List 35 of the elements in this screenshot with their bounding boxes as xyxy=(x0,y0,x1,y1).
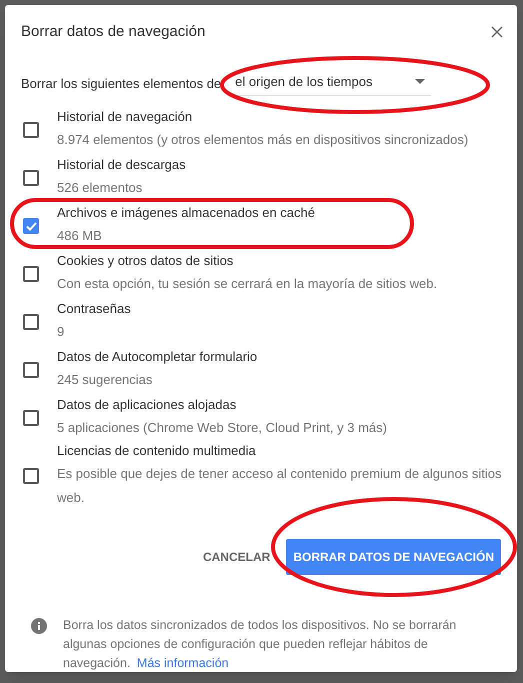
info-icon xyxy=(31,618,47,634)
option-title: Datos de Autocompletar formulario xyxy=(57,348,258,366)
option-detail: Con esta opción, tu sesión se cerrará en la mayoría de sitios web. xyxy=(57,275,438,293)
checkmark-icon xyxy=(26,222,36,230)
option-title: Historial de navegación xyxy=(57,108,194,126)
close-icon[interactable] xyxy=(491,26,503,38)
checkbox[interactable] xyxy=(23,218,39,234)
option-detail: 245 sugerencias xyxy=(57,371,154,389)
option-detail: Es posible que dejes de tener acceso al contenido premium de algunos sitios web. xyxy=(57,465,502,507)
clear-data-button[interactable]: BORRAR DATOS DE NAVEGACIÓN xyxy=(286,539,501,575)
checkbox[interactable] xyxy=(23,170,39,186)
option-title: Datos de aplicaciones alojadas xyxy=(57,396,238,414)
option-detail: 5 aplicaciones (Chrome Web Store, Cloud Print, y 3 más) xyxy=(57,419,387,437)
checkbox[interactable] xyxy=(23,314,39,330)
dialog-title: Borrar datos de navegación xyxy=(21,22,206,42)
option-title: Archivos e imágenes almacenados en caché xyxy=(57,204,315,222)
option-detail: 9 xyxy=(57,323,66,341)
option-detail: 526 elementos xyxy=(57,179,144,197)
time-range-dropdown[interactable]: el origen de los tiempos xyxy=(231,72,432,96)
range-label: Borrar los siguientes elementos de xyxy=(21,75,222,93)
checkbox[interactable] xyxy=(23,122,39,138)
option-title: Cookies y otros datos de sitios xyxy=(57,252,234,270)
option-detail: 8.974 elementos (y otros elementos más en dispositivos sincronizados) xyxy=(57,131,468,149)
checkbox[interactable] xyxy=(23,266,39,282)
dropdown-caret-icon xyxy=(415,78,426,84)
option-title: Historial de descargas xyxy=(57,156,186,174)
sync-notice: Borra los datos sincronizados de todos los dispositivos. No se borrarán algunas opciones de configuración que pueden reflejar hábitos de navegación. Más información xyxy=(63,617,458,672)
more-info-link[interactable]: Más información xyxy=(136,656,229,670)
option-title: Contraseñas xyxy=(57,300,131,318)
cancel-button[interactable]: CANCELAR xyxy=(200,538,272,576)
checkbox[interactable] xyxy=(23,468,39,484)
checkbox[interactable] xyxy=(23,362,39,378)
checkbox[interactable] xyxy=(23,410,39,426)
option-title: Licencias de contenido multimedia xyxy=(57,442,257,460)
option-detail: 486 MB xyxy=(57,227,103,245)
